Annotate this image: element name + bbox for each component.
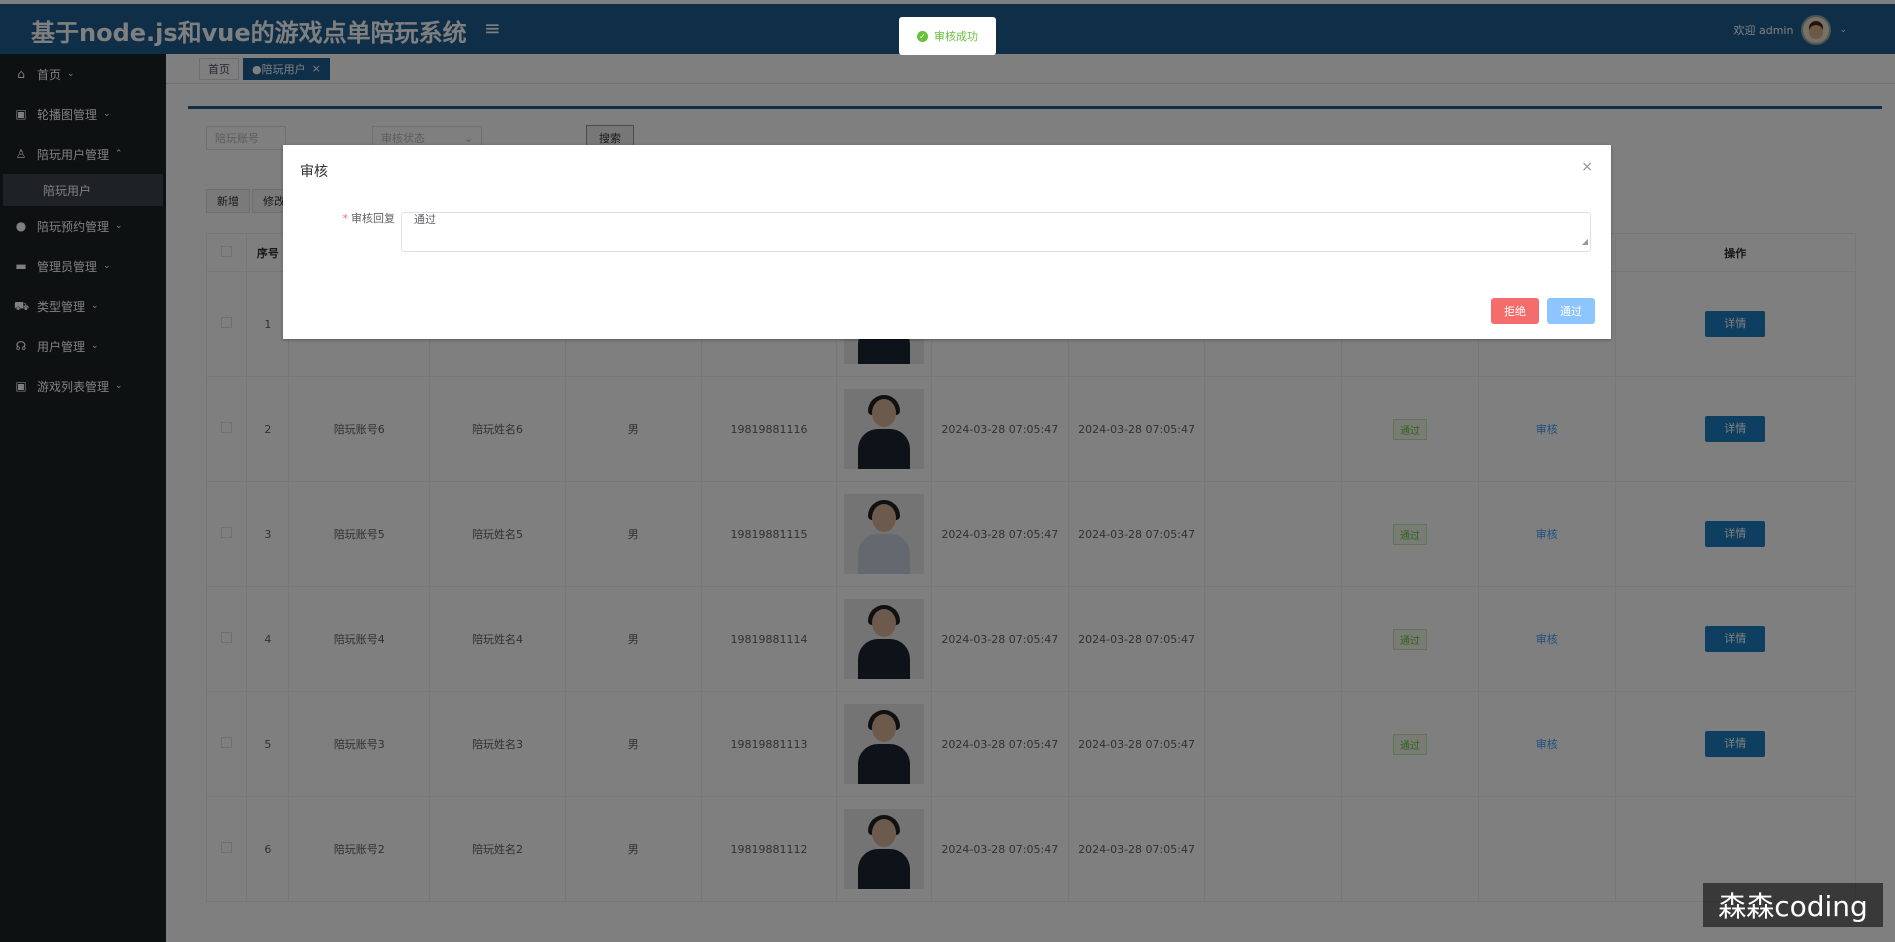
toast-message: 审核成功 — [934, 30, 978, 43]
reject-button[interactable]: 拒绝 — [1491, 298, 1539, 324]
audit-dialog: 审核 × * 审核回复 通过 ◢ 拒绝 通过 — [283, 145, 1611, 339]
audit-reply-value: 通过 — [414, 213, 436, 226]
check-circle-icon: ✓ — [917, 30, 928, 42]
audit-reply-label-text: 审核回复 — [351, 212, 395, 225]
dialog-title: 审核 — [300, 164, 328, 180]
resize-handle-icon[interactable]: ◢ — [1582, 235, 1588, 249]
audit-reply-textarea[interactable]: 通过 ◢ — [401, 212, 1591, 252]
success-toast: ✓ 审核成功 — [899, 17, 996, 55]
pass-button[interactable]: 通过 — [1547, 298, 1595, 324]
audit-reply-label: * 审核回复 — [333, 212, 396, 226]
watermark: 森森coding — [1703, 883, 1883, 927]
required-star: * — [342, 212, 349, 225]
close-icon[interactable]: × — [1581, 159, 1593, 175]
modal-overlay[interactable] — [0, 0, 1895, 942]
audit-reply-row: * 审核回复 通过 ◢ — [333, 212, 1591, 252]
